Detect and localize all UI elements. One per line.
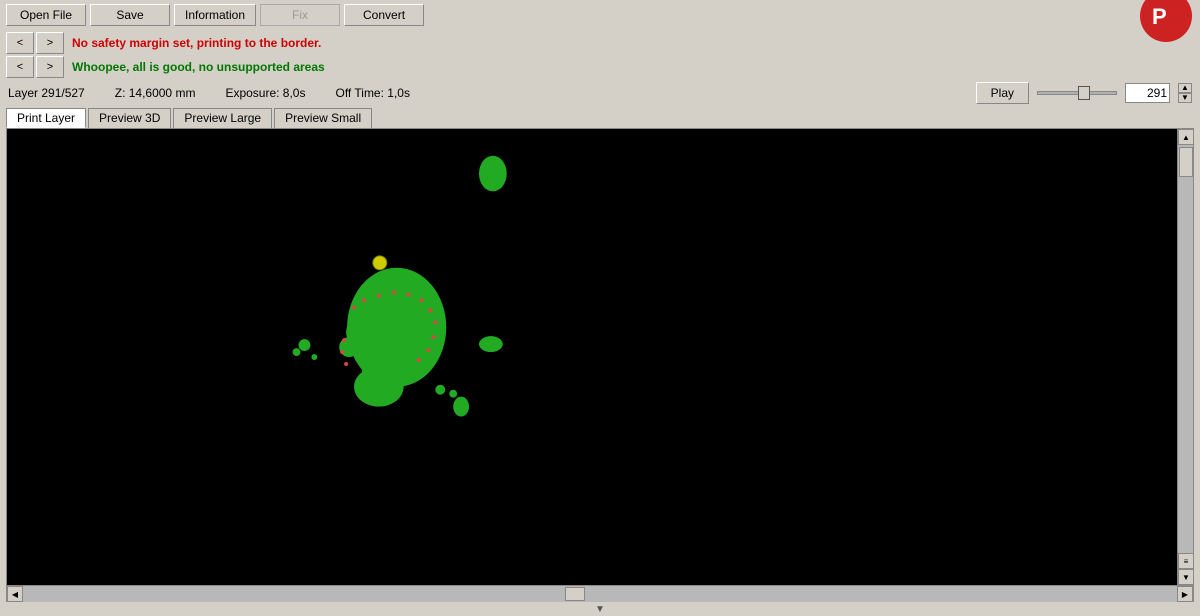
v-scroll-mid[interactable]: ≡ — [1178, 553, 1194, 569]
message-area: < > No safety margin set, printing to th… — [0, 30, 1200, 80]
app-container: Open File Save Information Fix Convert P… — [0, 0, 1200, 616]
layer-preview-svg — [7, 129, 1177, 585]
play-area: Play 291 ▲ ▼ — [976, 82, 1192, 104]
next-button-2[interactable]: > — [36, 56, 64, 78]
scroll-left-button[interactable]: ◀ — [7, 586, 23, 602]
scroll-right-button[interactable]: ▶ — [1177, 586, 1193, 602]
prev-button-2[interactable]: < — [6, 56, 34, 78]
app-logo-icon: P — [1138, 0, 1194, 44]
tab-print-layer[interactable]: Print Layer — [6, 108, 86, 128]
v-scroll-track — [1178, 145, 1193, 553]
layer-input[interactable]: 291 — [1125, 83, 1170, 103]
z-info: Z: 14,6000 mm — [115, 86, 196, 100]
layer-slider[interactable] — [1037, 91, 1117, 95]
bottom-handle-icon: ▼ — [595, 604, 605, 615]
exposure-info: Exposure: 8,0s — [225, 86, 305, 100]
v-scroll-thumb[interactable] — [1179, 147, 1193, 177]
scroll-down-button[interactable]: ▼ — [1178, 569, 1194, 585]
preview-canvas — [7, 129, 1177, 585]
layer-info: Layer 291/527 — [8, 86, 85, 100]
prev-button-1[interactable]: < — [6, 32, 34, 54]
save-button[interactable]: Save — [90, 4, 170, 26]
offtime-info: Off Time: 1,0s — [335, 86, 409, 100]
open-file-button[interactable]: Open File — [6, 4, 86, 26]
horizontal-scrollbar[interactable]: ◀ ▶ — [6, 586, 1194, 602]
ok-message: Whoopee, all is good, no unsupported are… — [72, 58, 325, 76]
convert-button[interactable]: Convert — [344, 4, 424, 26]
layer-up-button[interactable]: ▲ — [1178, 83, 1192, 93]
nav-group-1: < > — [6, 32, 64, 54]
toolbar: Open File Save Information Fix Convert P — [0, 0, 1200, 30]
bottom-handle-row: ▼ — [0, 602, 1200, 616]
tab-preview-large[interactable]: Preview Large — [173, 108, 272, 128]
play-button[interactable]: Play — [976, 82, 1029, 104]
layer-down-button[interactable]: ▼ — [1178, 93, 1192, 103]
vertical-scrollbar[interactable]: ▲ ≡ ▼ — [1177, 129, 1193, 585]
warning-message: No safety margin set, printing to the bo… — [72, 34, 321, 52]
tab-row: Print Layer Preview 3D Preview Large Pre… — [0, 106, 1200, 128]
tab-preview-small[interactable]: Preview Small — [274, 108, 372, 128]
nav-group-2: < > — [6, 56, 64, 78]
h-scroll-thumb[interactable] — [565, 587, 585, 601]
next-button-1[interactable]: > — [36, 32, 64, 54]
scroll-up-button[interactable]: ▲ — [1178, 129, 1194, 145]
tab-preview-3d[interactable]: Preview 3D — [88, 108, 171, 128]
fix-button[interactable]: Fix — [260, 4, 340, 26]
information-button[interactable]: Information — [174, 4, 256, 26]
layer-spinners: ▲ ▼ — [1178, 83, 1192, 103]
status-bar: Layer 291/527 Z: 14,6000 mm Exposure: 8,… — [0, 80, 1200, 106]
svg-text:P: P — [1152, 4, 1167, 29]
h-scroll-track — [23, 586, 1177, 602]
